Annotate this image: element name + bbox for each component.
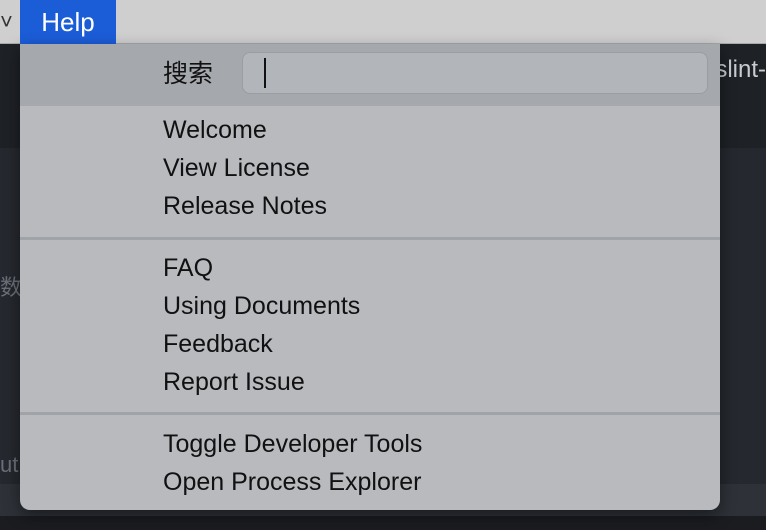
editor-text-fragment: ut (0, 452, 19, 477)
menu-item-using-documents[interactable]: Using Documents (163, 287, 360, 325)
menu-separator (20, 237, 720, 240)
search-label: 搜索 (163, 60, 214, 88)
search-input[interactable] (242, 52, 708, 94)
menu-item-toggle-developer-tools[interactable]: Toggle Developer Tools (163, 425, 422, 463)
menubar-previous-item-edge[interactable]: ˅ (0, 11, 13, 33)
editor-tab-title[interactable]: slint- (715, 56, 766, 84)
menu-item-view-license[interactable]: View License (163, 149, 310, 187)
editor-status-bar (0, 516, 766, 530)
text-caret (264, 58, 266, 88)
editor-text-fragment: 数 (0, 275, 23, 300)
menu-item-welcome[interactable]: Welcome (163, 111, 267, 149)
menu-item-report-issue[interactable]: Report Issue (163, 363, 305, 401)
menu-item-open-process-explorer[interactable]: Open Process Explorer (163, 463, 421, 501)
menu-item-release-notes[interactable]: Release Notes (163, 187, 327, 225)
menu-item-faq[interactable]: FAQ (163, 249, 213, 287)
menu-search-row: 搜索 (20, 44, 720, 106)
menu-item-feedback[interactable]: Feedback (163, 325, 273, 363)
help-menu-title[interactable]: Help (20, 0, 116, 44)
menu-bar: ˅ Help (0, 0, 766, 44)
help-dropdown-menu: 搜索 Welcome View License Release Notes FA… (20, 44, 720, 510)
menu-separator (20, 412, 720, 415)
